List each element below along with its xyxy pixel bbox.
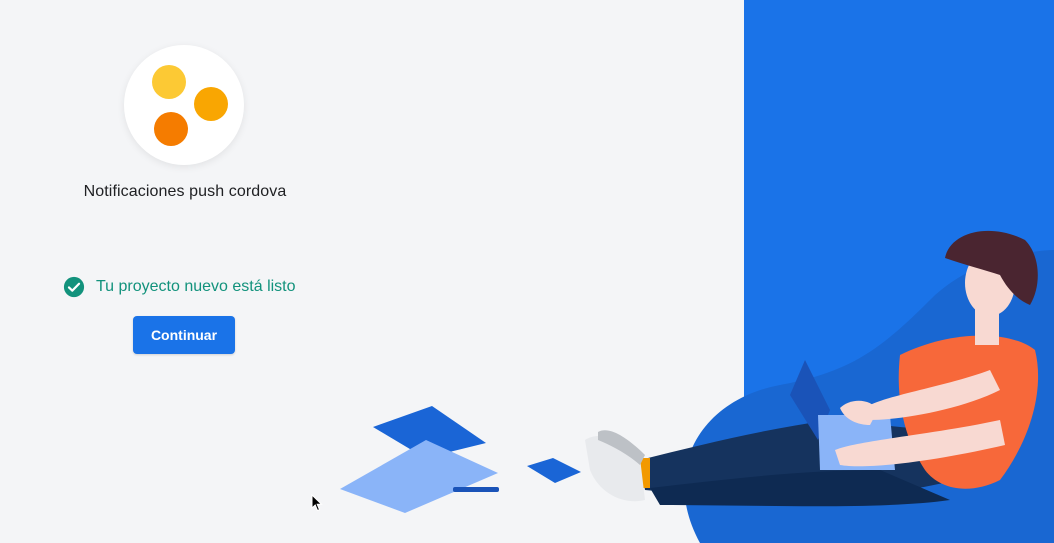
status-text: Tu proyecto nuevo está listo [96, 278, 296, 295]
continue-button[interactable]: Continuar [133, 316, 235, 354]
mouse-pointer-icon [311, 494, 323, 512]
project-name: Notificaciones push cordova [83, 183, 287, 200]
logo-dot-dark-orange [154, 112, 188, 146]
project-ready-page: Notificaciones push cordova Tu proyecto … [0, 0, 1054, 543]
logo-dot-orange [194, 87, 228, 121]
project-logo [124, 45, 244, 165]
project-ready-status: Tu proyecto nuevo está listo [63, 275, 296, 299]
logo-dot-yellow [152, 65, 186, 99]
check-circle-icon [63, 276, 85, 298]
